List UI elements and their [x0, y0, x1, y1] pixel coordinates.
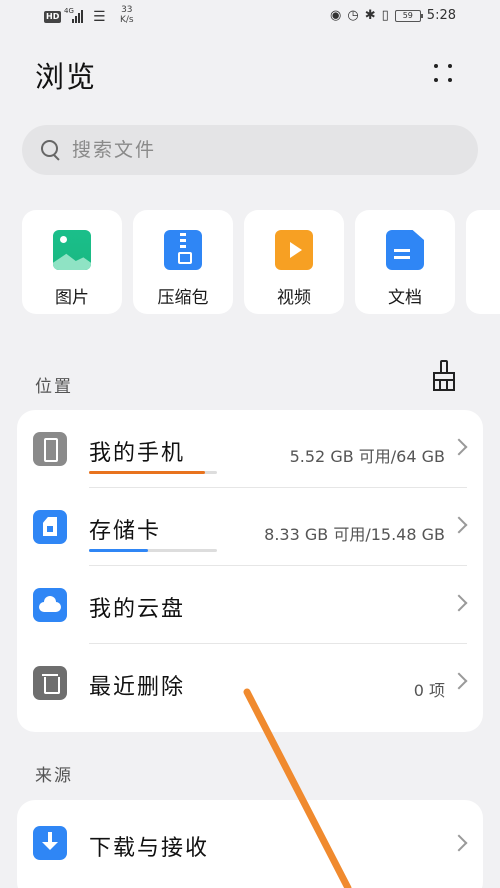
network-speed-unit: K/s	[120, 15, 134, 25]
storage-usage-fill	[89, 471, 206, 474]
category-label: 压缩包	[157, 288, 209, 308]
chevron-right-icon	[450, 834, 468, 852]
battery-icon: 59	[394, 9, 423, 22]
status-bar: HD 4G ☰ 33 K/s ◉ ◷ ✱ ▯ 59 5:28	[0, 0, 500, 34]
eye-icon: ◉	[330, 8, 342, 23]
location-my-phone[interactable]: 我的手机 5.52 GB 可用/64 GB	[17, 410, 483, 488]
clock: 5:28	[426, 8, 456, 23]
alarm-icon: ◷	[347, 8, 359, 23]
category-strip: 图片 压缩包 视频 文档	[22, 210, 500, 316]
vibrate-icon: ▯	[381, 8, 389, 23]
wifi-icon: ☰	[93, 9, 106, 25]
sources-card: 下载与接收	[17, 800, 483, 888]
category-label: 图片	[55, 288, 89, 308]
storage-usage-bar	[89, 549, 217, 552]
location-name: 我的手机	[89, 441, 186, 466]
hd-badge: HD	[44, 11, 62, 23]
storage-info: 8.33 GB 可用/15.48 GB	[264, 525, 445, 544]
location-name: 我的云盘	[89, 597, 186, 622]
cloud-icon	[33, 588, 67, 622]
location-name: 存储卡	[89, 519, 162, 544]
category-label: 视频	[277, 288, 311, 308]
bluetooth-icon: ✱	[364, 8, 376, 23]
category-images[interactable]: 图片	[22, 210, 122, 314]
status-right: ◉ ◷ ✱ ▯ 59 5:28	[330, 8, 456, 23]
category-videos[interactable]: 视频	[244, 210, 344, 314]
search-icon	[40, 139, 62, 161]
section-label-sources: 来源	[35, 766, 73, 786]
more-dots-icon[interactable]	[432, 62, 456, 84]
chevron-right-icon	[450, 516, 468, 534]
phone-icon	[33, 432, 67, 466]
signal-icon	[72, 10, 83, 23]
search-input[interactable]	[72, 139, 432, 161]
video-icon	[275, 230, 313, 270]
location-my-cloud[interactable]: 我的云盘	[17, 566, 483, 644]
download-icon	[33, 826, 67, 860]
location-sd-card[interactable]: 存储卡 8.33 GB 可用/15.48 GB	[17, 488, 483, 566]
category-documents[interactable]: 文档	[355, 210, 455, 314]
chevron-right-icon	[450, 438, 468, 456]
search-bar[interactable]	[22, 125, 478, 175]
category-archives[interactable]: 压缩包	[133, 210, 233, 314]
network-speed-value: 33	[121, 5, 133, 15]
page-title: 浏览	[35, 60, 98, 94]
trash-icon	[33, 666, 67, 700]
archive-icon	[164, 230, 202, 270]
section-label-locations: 位置	[35, 377, 73, 397]
chevron-right-icon	[450, 594, 468, 612]
deleted-count: 0 项	[413, 681, 445, 700]
source-name: 下载与接收	[89, 836, 210, 861]
network-speed: 33 K/s	[120, 5, 134, 25]
category-label: 文档	[388, 288, 422, 308]
image-icon	[53, 230, 91, 270]
source-downloads[interactable]: 下载与接收	[17, 800, 483, 888]
document-icon	[386, 230, 424, 270]
sd-card-icon	[33, 510, 67, 544]
category-more[interactable]	[466, 210, 500, 314]
storage-usage-bar	[89, 471, 217, 474]
locations-card: 我的手机 5.52 GB 可用/64 GB 存储卡 8.33 GB 可用/15.…	[17, 410, 483, 732]
broom-icon[interactable]	[431, 360, 457, 392]
location-recently-deleted[interactable]: 最近删除 0 项	[17, 644, 483, 722]
location-name: 最近删除	[89, 675, 186, 700]
storage-info: 5.52 GB 可用/64 GB	[289, 447, 445, 466]
chevron-right-icon	[450, 672, 468, 690]
storage-usage-fill	[89, 549, 148, 552]
